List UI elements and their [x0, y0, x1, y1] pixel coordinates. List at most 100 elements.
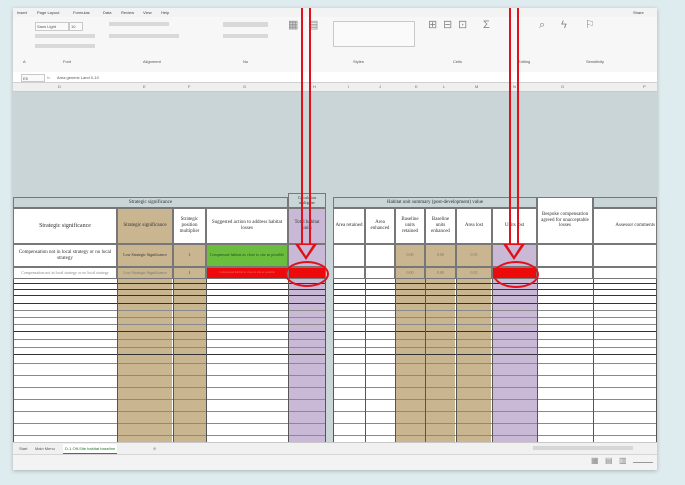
header-strategic-significance[interactable]: Strategic significance	[117, 208, 173, 244]
row2-assessor-comments[interactable]	[593, 267, 657, 279]
number-format-buttons[interactable]	[223, 34, 268, 38]
row2-bespoke[interactable]	[537, 267, 593, 279]
col-header-e[interactable]: E	[143, 84, 146, 89]
col-header-o[interactable]: O	[561, 84, 564, 89]
header-area-retained[interactable]: Area retained	[333, 208, 365, 244]
header-area-enhanced[interactable]: Area enhanced	[365, 208, 395, 244]
delete-cells-icon[interactable]: ⊟	[443, 20, 452, 31]
row1-baseline-retained[interactable]: 0.00	[395, 244, 425, 267]
zoom-slider[interactable]	[633, 462, 653, 463]
grid-column-line	[492, 279, 493, 442]
grid-row-line	[333, 347, 657, 348]
font-name-select[interactable]: Sans Light	[35, 22, 69, 31]
col-header-g[interactable]: G	[243, 84, 246, 89]
row1-strategic-significance[interactable]: Low Strategic Significance	[117, 244, 173, 267]
row2-baseline-enhanced[interactable]: 0.00	[425, 267, 456, 279]
sheet-tab-main-menu[interactable]: Main Menu	[33, 444, 57, 453]
menu-formulas[interactable]: Formulas	[73, 10, 90, 15]
col-header-f[interactable]: F	[188, 84, 190, 89]
autosum-icon[interactable]: Σ	[483, 20, 490, 31]
find-icon[interactable]: ⌕	[539, 20, 545, 31]
row2-area-lost[interactable]: 0.35	[456, 267, 492, 279]
col-header-d[interactable]: D	[58, 84, 61, 89]
row1-bespoke[interactable]	[537, 244, 593, 267]
header-strategic-multiplier[interactable]: Strategic position multiplier	[173, 208, 206, 244]
blank-header-area	[13, 92, 657, 197]
grid-row-line	[13, 363, 326, 364]
menu-data[interactable]: Data	[103, 10, 111, 15]
add-sheet-icon[interactable]: ⊕	[151, 444, 158, 453]
conditional-format-icon[interactable]: ▦	[288, 20, 298, 31]
grid-row-line	[13, 339, 326, 340]
row2-area-retained[interactable]	[333, 267, 365, 279]
col-header-m[interactable]: M	[475, 84, 478, 89]
alignment-buttons-top[interactable]	[109, 22, 169, 26]
row2-multiplier[interactable]: 1	[173, 267, 206, 279]
header-baseline-enhanced[interactable]: Baseline units enhanced	[425, 208, 456, 244]
cell-styles-gallery[interactable]	[333, 21, 415, 47]
col-header-k[interactable]: K	[415, 84, 418, 89]
format-cells-icon[interactable]: ⊡	[458, 20, 467, 31]
col-header-p[interactable]: P	[643, 84, 646, 89]
row1-suggested-action[interactable]: Compensate habitat as close to site as p…	[206, 244, 288, 267]
row2-baseline-retained[interactable]: 0.00	[395, 267, 425, 279]
col-header-i[interactable]: I	[348, 84, 349, 89]
grid-row-line	[333, 375, 657, 376]
header-strategic-significance-desc[interactable]: Strategic significance	[13, 208, 117, 244]
grid-row-line	[13, 295, 326, 296]
grid-row-line	[13, 347, 326, 348]
table-gap	[326, 92, 333, 442]
sheet-tab-start[interactable]: Start	[17, 444, 29, 453]
menu-review[interactable]: Review	[121, 10, 134, 15]
strategic-group-header[interactable]: Strategic significance	[13, 197, 288, 208]
grid-column-line	[656, 279, 657, 442]
row2-strategic-desc[interactable]: Compensation not in local strategy or no…	[13, 267, 117, 279]
grid-row-line	[13, 411, 326, 412]
row1-area-retained[interactable]	[333, 244, 365, 267]
number-format-select[interactable]	[223, 22, 268, 27]
name-box[interactable]: E5	[21, 74, 45, 82]
row1-assessor-comments[interactable]	[593, 244, 657, 267]
menu-help[interactable]: Help	[161, 10, 169, 15]
row1-baseline-enhanced[interactable]: 0.00	[425, 244, 456, 267]
red-circle-right	[493, 261, 539, 288]
page-layout-icon[interactable]: ▤	[605, 457, 613, 465]
row2-area-enhanced[interactable]	[365, 267, 395, 279]
share-button[interactable]: Share	[633, 10, 644, 15]
header-suggested-action[interactable]: Suggested action to address habitat loss…	[206, 208, 288, 244]
grid-column-line	[117, 279, 118, 442]
col-header-j[interactable]: J	[379, 84, 381, 89]
menu-insert[interactable]: Insert	[17, 10, 27, 15]
header-baseline-retained[interactable]: Baseline units retained	[395, 208, 425, 244]
grid-column-line	[173, 279, 174, 442]
col-header-h[interactable]: H	[313, 84, 316, 89]
row1-strategic-desc[interactable]: Compensation not in local strategy or no…	[13, 244, 117, 267]
menu-page-layout[interactable]: Page Layout	[37, 10, 59, 15]
alignment-group-label: Alignment	[143, 59, 161, 64]
habitat-unit-group-header[interactable]: Habitat unit summary (post-development) …	[333, 197, 537, 208]
page-break-icon[interactable]: ▥	[619, 457, 627, 465]
analyze-icon[interactable]: ϟ	[561, 20, 567, 31]
row1-multiplier[interactable]: 1	[173, 244, 206, 267]
font-format-buttons[interactable]	[35, 34, 95, 38]
header-assessor-comments[interactable]: Assessor comments	[593, 208, 657, 244]
horizontal-scrollbar[interactable]	[533, 446, 633, 450]
font-size-select[interactable]: 10	[69, 22, 83, 31]
sensitivity-icon[interactable]: ⚐	[585, 20, 595, 31]
row1-area-lost[interactable]: 0.35	[456, 244, 492, 267]
sheet-tab-offsite-baseline[interactable]: D-1 Off-Site habitat baseline	[63, 444, 118, 454]
row2-suggested-action[interactable]: Compensate habitat as close to site as p…	[206, 267, 288, 279]
font-color-buttons[interactable]	[35, 44, 95, 48]
row2-strategic-significance[interactable]: Low Strategic Significance	[117, 267, 173, 279]
header-area-lost[interactable]: Area lost	[456, 208, 492, 244]
normal-view-icon[interactable]: ▦	[591, 457, 599, 465]
alignment-buttons-bottom[interactable]	[109, 34, 179, 38]
header-bespoke-compensation[interactable]: Bespoke compensation agreed for unaccept…	[537, 197, 593, 244]
row1-area-enhanced[interactable]	[365, 244, 395, 267]
menu-view[interactable]: View	[143, 10, 152, 15]
col-header-l[interactable]: L	[443, 84, 445, 89]
formula-input[interactable]: Area generic Land 0-10	[57, 75, 99, 80]
red-arrowhead-right-inner	[507, 245, 521, 256]
red-arrow-right	[509, 8, 519, 252]
insert-cells-icon[interactable]: ⊞	[428, 20, 437, 31]
